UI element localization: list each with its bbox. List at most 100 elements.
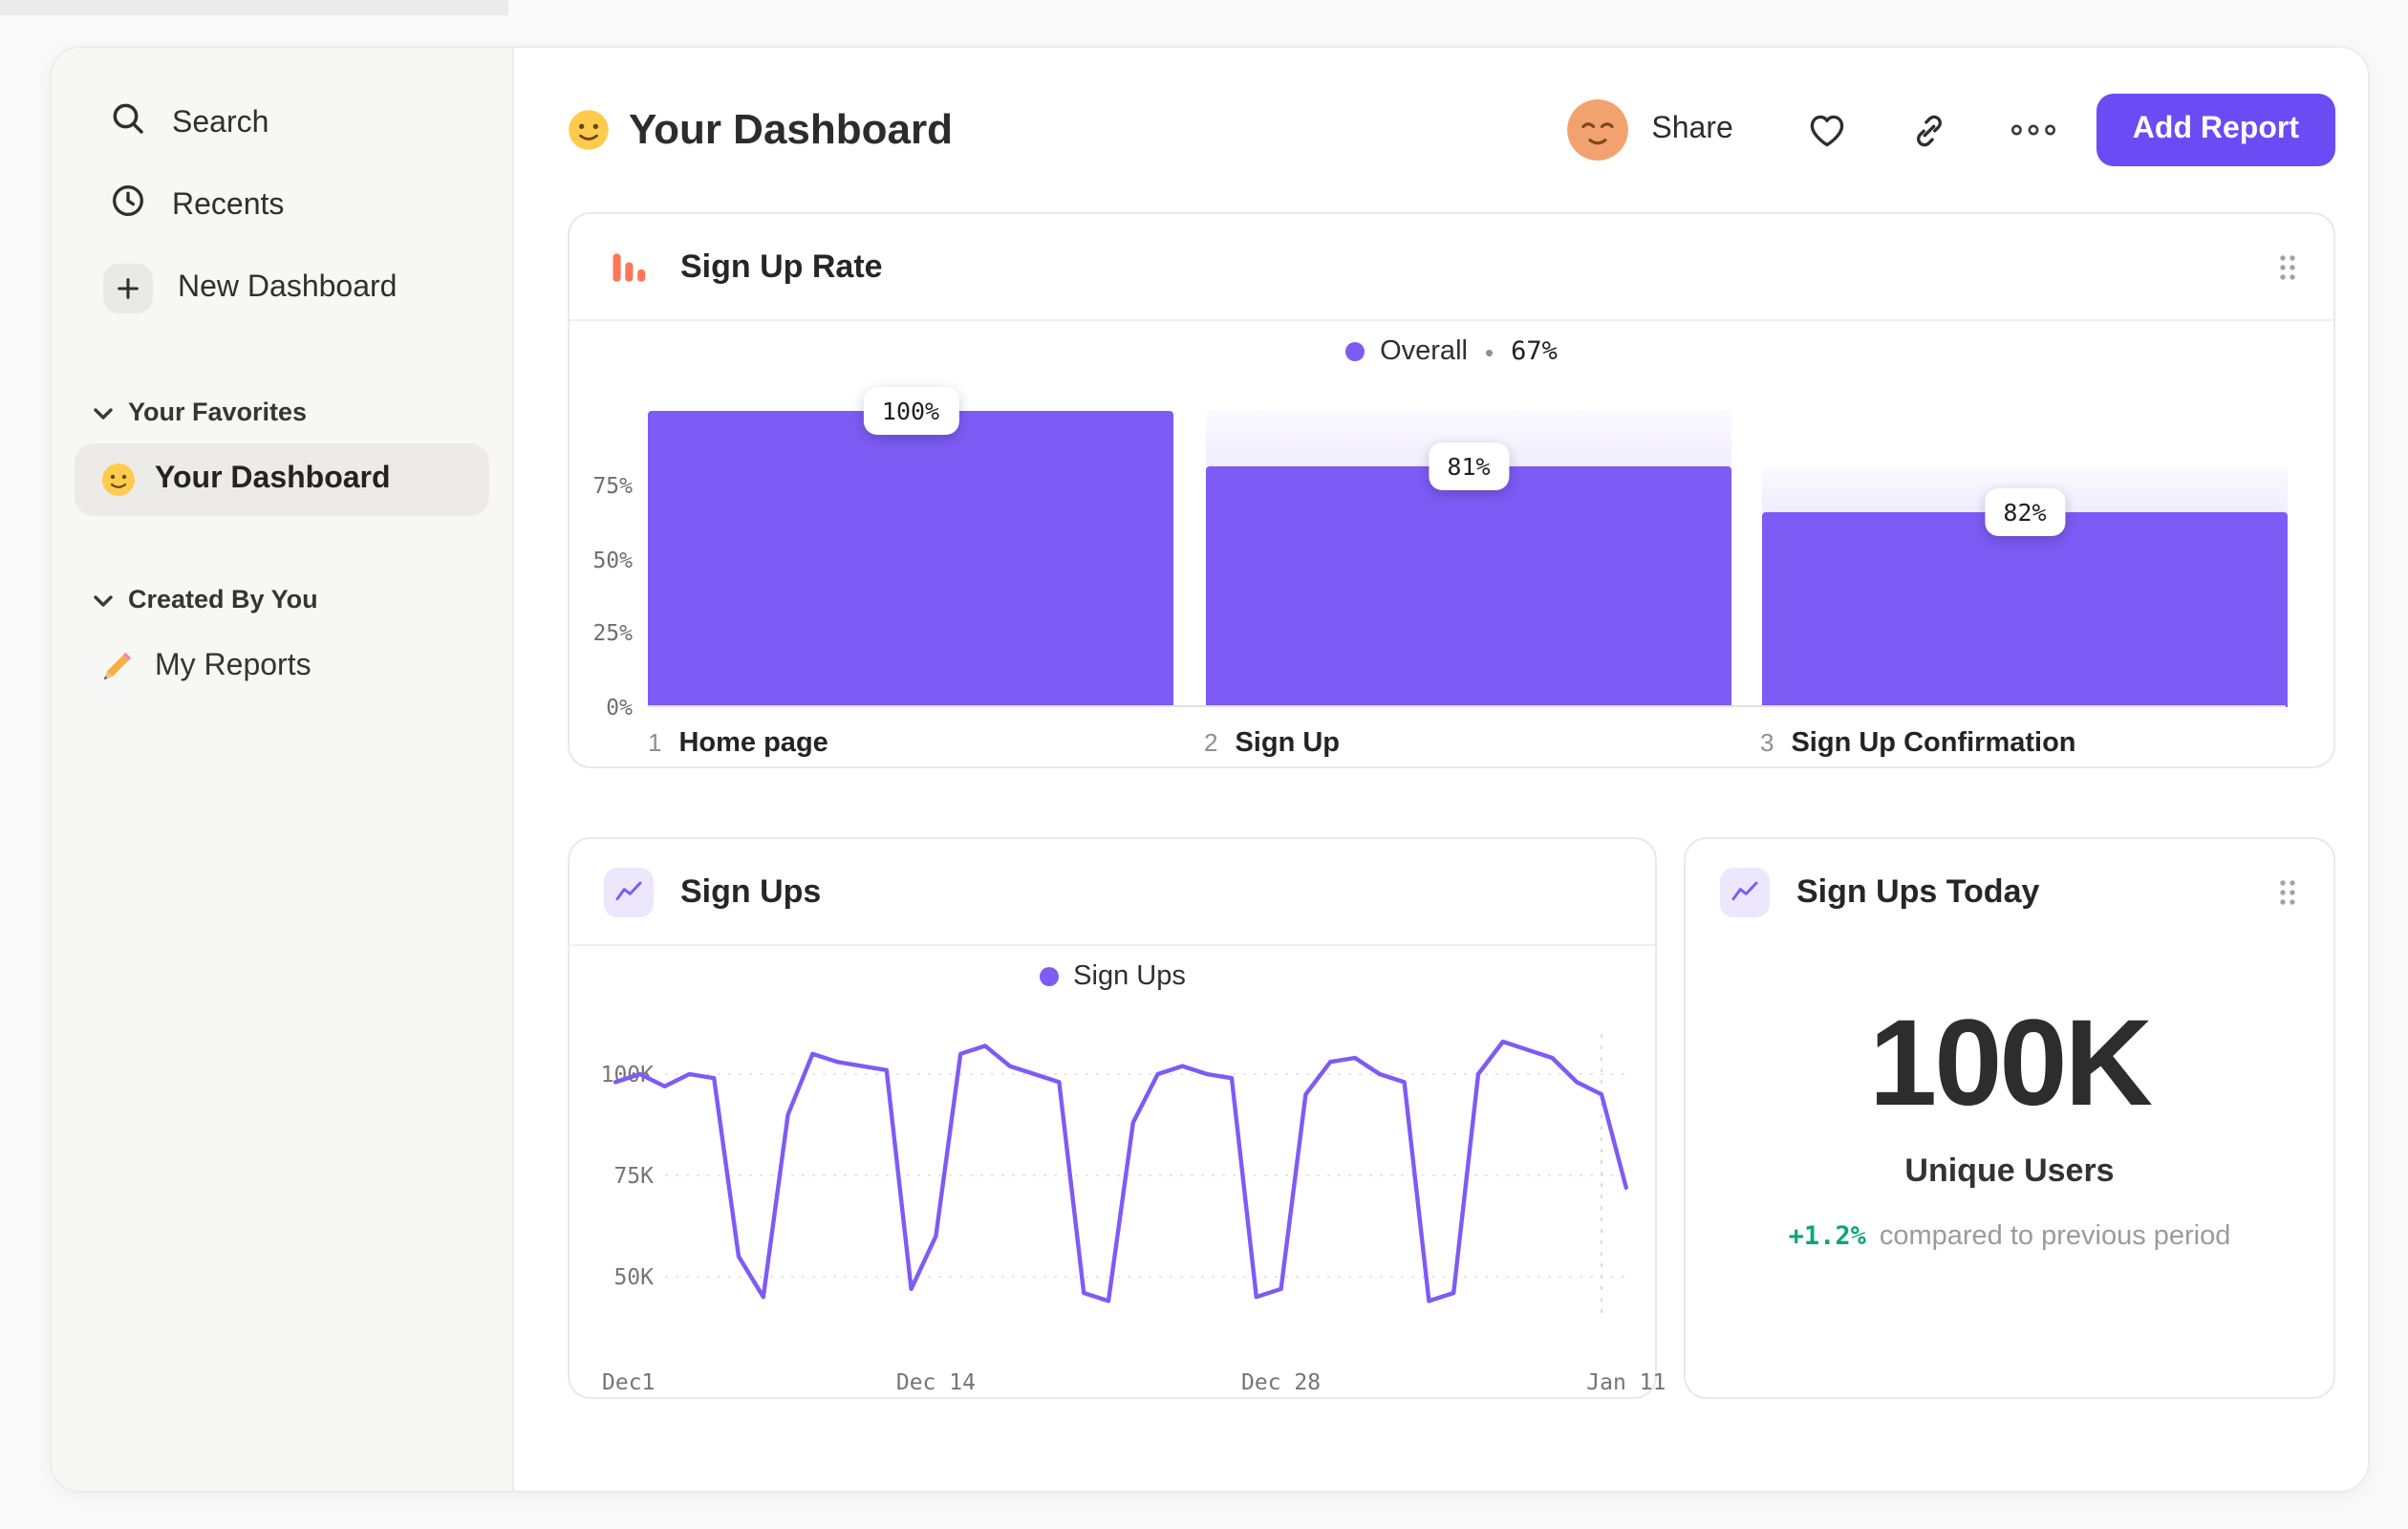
card-title: Sign Ups Today [1796,873,2040,910]
funnel-step-index: 2 [1204,728,1218,757]
card-header: Sign Ups [570,839,1655,946]
line-chart-icon [1720,868,1770,917]
share-button[interactable]: Share [1651,113,1732,147]
clock-icon [109,182,147,229]
sidebar-item-label: Your Dashboard [155,463,391,495]
sidebar-item-search[interactable]: Search [75,82,489,164]
funnel-step-index: 1 [648,728,662,757]
user-avatar[interactable] [1567,99,1629,161]
signups-line-chart: 100K75K50KDec1 Dec 14 Dec 28 Jan 11 [601,1034,1666,1395]
sidebar-item-label: Search [172,106,269,139]
sign-up-rate-card: Sign Up Rate Overall • 67% 75% 50% 25% 0… [568,212,2335,768]
more-options-button[interactable] [2009,105,2058,155]
legend-overall-value: 67% [1511,336,1558,367]
dashboard-header: Your Dashboard Share Add Report [568,48,2335,212]
funnel-bar-solid [648,411,1173,707]
page: Search Recents New Dashboard Your Favori… [0,0,2408,1529]
line-chart-icon [604,867,654,916]
add-report-button[interactable]: Add Report [2096,94,2335,166]
chevron-down-icon [94,584,113,613]
funnel-step-label: 1 Home page [648,728,1173,759]
funnel-bar-solid [1762,512,2288,707]
funnel-y-tick-label: 0% [606,694,633,721]
legend-dot [1345,342,1365,361]
funnel-bar[interactable]: 82% [1762,382,2288,707]
sidebar: Search Recents New Dashboard Your Favori… [52,48,514,1491]
card-title: Sign Ups [680,872,822,909]
bar-chart-icon [604,242,654,291]
pencil-emoji-icon [101,650,136,684]
sign-ups-today-card: Sign Ups Today 100K Unique Users +1.2% c… [1684,837,2335,1399]
sidebar-section-created-by-you[interactable]: Created By You [75,570,489,627]
funnel-y-tick-label: 50% [592,546,633,572]
stat-metric-label: Unique Users [1904,1152,2115,1189]
line-legend: Sign Ups [570,946,1655,1007]
sidebar-section-label: Created By You [128,584,318,613]
funnel-bar[interactable]: 81% [1206,382,1731,707]
page-title-group: Your Dashboard [568,105,953,155]
funnel-bar-value-badge: 82% [1984,488,2066,536]
page-title: Your Dashboard [629,105,954,153]
funnel-bar-solid [1206,466,1731,707]
x-axis-tick-label: Jan 11 [1586,1370,1666,1395]
funnel-step-name: Sign Up [1235,728,1341,759]
funnel-y-tick-label: 25% [592,619,633,647]
header-actions: Share Add Report [1567,94,2335,166]
funnel-bar[interactable]: 100% [648,382,1173,707]
card-title: Sign Up Rate [680,248,883,284]
stat-body: 100K Unique Users +1.2% compared to prev… [1686,946,2333,1252]
stat-delta-row: +1.2% compared to previous period [1789,1221,2231,1252]
stat-delta-value: +1.2% [1788,1221,1866,1252]
funnel-y-tick-label: 75% [592,471,633,499]
funnel-bar-value-badge: 81% [1428,442,1510,490]
sidebar-item-label: My Reports [155,650,312,682]
funnel-step-name: Home page [678,728,828,759]
copy-link-button[interactable] [1905,105,1955,155]
stat-value: 100K [1869,994,2153,1131]
x-axis-tick-label: Dec 28 [1241,1370,1321,1395]
sign-ups-card: Sign Ups Sign Ups 100K 75K 50K Dec1 Dec 14 De… [568,837,1666,1401]
drag-handle-icon[interactable] [2276,251,2299,282]
funnel-step-index: 3 [1760,728,1774,757]
plus-icon [103,263,153,312]
sidebar-item-my-reports[interactable]: My Reports [75,631,489,703]
cards-row: Sign Ups Sign Ups 100K 75K 50K Dec1 Dec 14 De… [568,837,2335,1399]
search-icon [109,99,147,147]
funnel-bar-value-badge: 100% [862,387,959,435]
sidebar-item-your-dashboard[interactable]: Your Dashboard [75,443,489,516]
x-axis-tick-label: Dec1 [602,1370,655,1395]
sidebar-item-label: Recents [172,188,285,221]
drag-handle-icon[interactable] [2276,877,2299,908]
legend-separator: • [1484,337,1494,366]
legend-series-name: Overall [1380,336,1468,367]
y-axis-tick-label: 75K [613,1164,654,1189]
card-header: Sign Up Rate [570,214,2333,321]
legend-dot [1039,967,1059,986]
legend-series-name: Sign Ups [1073,961,1186,992]
favorite-heart-button[interactable] [1802,105,1852,155]
funnel-legend: Overall • 67% [570,321,2333,382]
funnel-step-label: 2 Sign Up [1204,728,1730,759]
top-edge-strip [0,0,508,15]
x-axis-tick-label: Dec 14 [896,1370,976,1395]
chevron-down-icon [94,397,113,425]
sidebar-section-your-favorites[interactable]: Your Favorites [75,382,489,440]
smiley-emoji-icon [101,463,136,497]
y-axis-tick-label: 50K [613,1265,654,1290]
funnel-step-name: Sign Up Confirmation [1791,728,2076,759]
sidebar-section-label: Your Favorites [128,397,308,425]
funnel-steps: 1 Home page 2 Sign Up 3 Sign Up Confirmation [648,728,2286,759]
funnel-chart[interactable]: 75% 50% 25% 0% 100% 81% 82% 1 Home page 2 Sign Up… [570,382,2333,759]
dashboard-window: Search Recents New Dashboard Your Favori… [50,46,2370,1493]
sidebar-item-recents[interactable]: Recents [75,164,489,247]
funnel-step-label: 3 Sign Up Confirmation [1760,728,2286,759]
sign-ups-series-line [613,1039,1629,1303]
main-content: Your Dashboard Share Add Report Sign Up … [514,48,2368,1491]
funnel-plot: 75% 50% 25% 0% 100% 81% 82% [592,382,2288,721]
smiley-emoji-icon [568,109,610,151]
sidebar-item-label: New Dashboard [178,270,398,303]
stat-delta-note: compared to previous period [1879,1221,2231,1252]
sidebar-item-new-dashboard[interactable]: New Dashboard [75,247,489,329]
line-chart[interactable]: 100K 75K 50K Dec1 Dec 14 Dec 28 Jan 11 [570,1007,1666,1401]
card-header: Sign Ups Today [1686,839,2333,946]
